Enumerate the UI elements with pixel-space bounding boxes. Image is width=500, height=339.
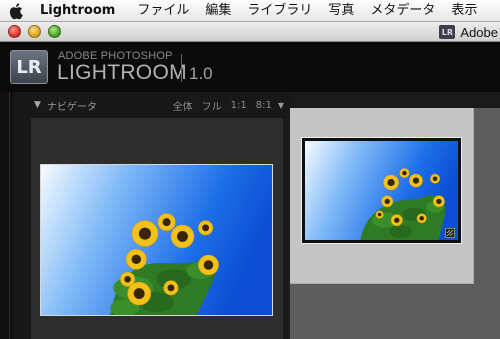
sunflower-thumbnail (305, 141, 458, 240)
menu-metadata[interactable]: メタデータ (362, 0, 443, 22)
zoom-fill-option[interactable]: フル (202, 98, 222, 113)
navigator-preview-image[interactable] (40, 164, 273, 316)
window-title-bar: LR Adobe (0, 22, 500, 42)
brand-divider (181, 54, 182, 82)
sunflower-photo (41, 165, 272, 315)
zoom-window-button[interactable] (48, 25, 61, 38)
menu-file[interactable]: ファイル (129, 0, 197, 22)
window-title: Adobe (460, 24, 498, 40)
navigator-header[interactable]: ▼ ナビゲータ 全体 フル 1:1 8:1 ▼ (14, 96, 290, 114)
menu-photo[interactable]: 写真 (320, 0, 362, 22)
thumbnail-image[interactable] (305, 141, 458, 240)
lightroom-logo-icon: LR (10, 50, 48, 84)
disclosure-triangle-icon[interactable]: ▼ (34, 100, 41, 110)
minimize-window-button[interactable] (28, 25, 41, 38)
window-title-group: LR Adobe (439, 22, 500, 42)
menu-edit[interactable]: 編集 (197, 0, 239, 22)
panel-right-edge (283, 118, 290, 339)
brand-version: 1.0 (189, 64, 213, 83)
identity-plate: LR ADOBE PHOTOSHOP LIGHTROOM 1.0 (0, 42, 500, 92)
zoom-8-1-option[interactable]: 8:1 (256, 100, 272, 111)
left-panel-edge[interactable] (0, 92, 14, 339)
zoom-fit-option[interactable]: 全体 (173, 98, 193, 113)
menu-view[interactable]: 表示 (443, 0, 485, 22)
menu-bar: Lightroom ファイル 編集 ライブラリ 写真 メタデータ 表示 (0, 0, 500, 22)
dropdown-arrow-icon[interactable]: ▼ (278, 101, 284, 110)
close-window-button[interactable] (8, 25, 21, 38)
lightroom-doc-icon: LR (439, 25, 456, 39)
grid-top-strip (290, 92, 500, 108)
zoom-1-1-option[interactable]: 1:1 (231, 100, 247, 111)
left-panel-edge-line (9, 92, 10, 339)
menu-library[interactable]: ライブラリ (239, 0, 320, 22)
apple-menu[interactable] (0, 0, 34, 22)
navigator-title: ナビゲータ (46, 101, 97, 113)
edit-badge-glyph (446, 229, 454, 237)
apple-icon (9, 2, 23, 19)
edit-badge-icon[interactable] (445, 228, 455, 238)
menu-app-lightroom[interactable]: Lightroom (34, 0, 129, 22)
brand-title: LIGHTROOM (57, 61, 187, 84)
